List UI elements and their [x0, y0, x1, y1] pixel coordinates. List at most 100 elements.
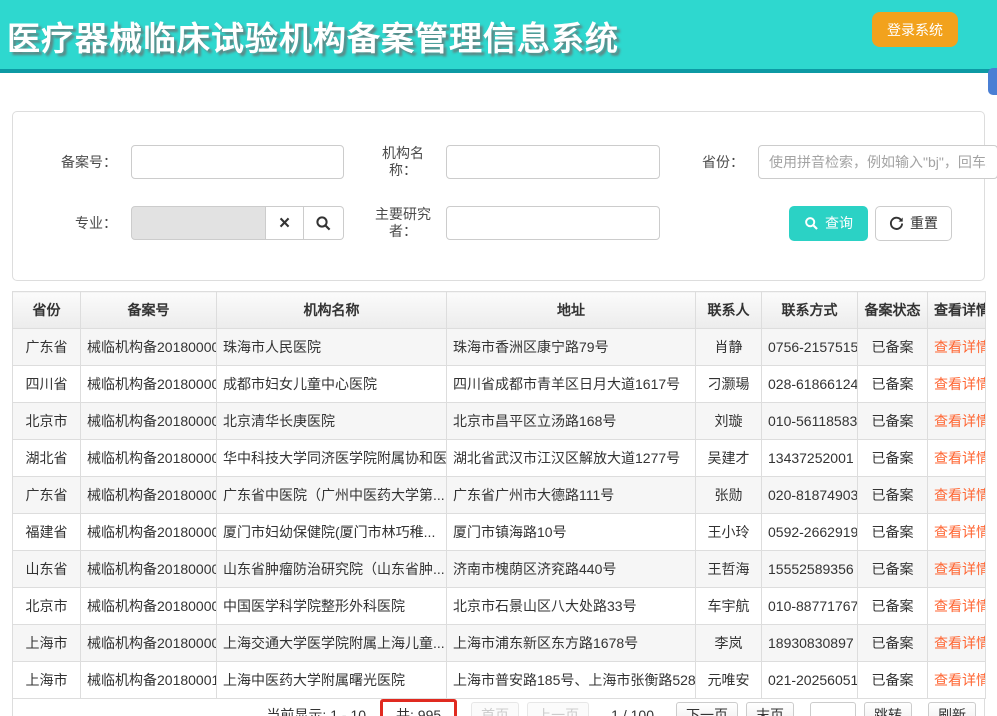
cell-status: 已备案	[858, 662, 928, 699]
search-actions: 查询 重置	[789, 206, 952, 241]
last-page-button[interactable]: 末页	[746, 702, 794, 716]
cell-record-no: 械临机构备201800003	[81, 403, 217, 440]
table-header-row: 省份 备案号 机构名称 地址 联系人 联系方式 备案状态 查看详情	[13, 292, 986, 329]
table-row: 广东省 械临机构备201800001 珠海市人民医院 珠海市香洲区康宁路79号 …	[13, 329, 986, 366]
cell-detail: 查看详情	[928, 625, 986, 662]
login-button[interactable]: 登录系统	[872, 12, 958, 47]
org-name-label: 机构名称：	[372, 145, 434, 179]
cell-province: 福建省	[13, 514, 81, 551]
current-display-text: 当前显示: 1 - 10	[266, 705, 366, 716]
cell-status: 已备案	[858, 514, 928, 551]
cell-province: 湖北省	[13, 440, 81, 477]
table-row: 上海市 械临机构备201800009 上海交通大学医学院附属上海儿童... 上海…	[13, 625, 986, 662]
view-detail-link[interactable]: 查看详情	[934, 376, 986, 392]
col-header-contact: 联系人	[696, 292, 762, 329]
view-detail-link[interactable]: 查看详情	[934, 672, 986, 688]
cell-org-name: 广东省中医院（广州中医药大学第...	[217, 477, 447, 514]
cell-contact: 王哲海	[696, 551, 762, 588]
reset-button[interactable]: 重置	[875, 206, 952, 241]
cell-status: 已备案	[858, 403, 928, 440]
cell-contact: 吴建才	[696, 440, 762, 477]
page-indicator: 1 / 100	[611, 707, 654, 716]
cell-contact: 刁灏瑒	[696, 366, 762, 403]
cell-address: 四川省成都市青羊区日月大道1617号	[447, 366, 696, 403]
page-jump-input[interactable]	[810, 702, 856, 716]
search-row-1: 备案号： 机构名称： 省份：	[53, 145, 984, 179]
prev-page-button[interactable]: 上一页	[527, 702, 589, 716]
cell-org-name: 中国医学科学院整形外科医院	[217, 588, 447, 625]
col-header-org-name: 机构名称	[217, 292, 447, 329]
results-table-section: 省份 备案号 机构名称 地址 联系人 联系方式 备案状态 查看详情 广东省 械临…	[12, 291, 985, 716]
pi-input[interactable]	[446, 206, 660, 240]
cell-address: 济南市槐荫区济兖路440号	[447, 551, 696, 588]
view-detail-link[interactable]: 查看详情	[934, 339, 986, 355]
cell-record-no: 械临机构备201800008	[81, 588, 217, 625]
cell-address: 湖北省武汉市江汉区解放大道1277号	[447, 440, 696, 477]
cell-contact: 元唯安	[696, 662, 762, 699]
cell-org-name: 北京清华长庚医院	[217, 403, 447, 440]
cell-org-name: 上海中医药大学附属曙光医院	[217, 662, 447, 699]
record-no-input[interactable]	[131, 145, 344, 179]
cell-address: 北京市昌平区立汤路168号	[447, 403, 696, 440]
org-name-input[interactable]	[446, 145, 660, 179]
jump-button[interactable]: 跳转	[864, 702, 912, 716]
cell-detail: 查看详情	[928, 440, 986, 477]
cell-detail: 查看详情	[928, 329, 986, 366]
table-row: 上海市 械临机构备201800010 上海中医药大学附属曙光医院 上海市普安路1…	[13, 662, 986, 699]
page-title: 医疗器械临床试验机构备案管理信息系统	[7, 12, 619, 60]
cell-address: 北京市石景山区八大处路33号	[447, 588, 696, 625]
cell-province: 北京市	[13, 403, 81, 440]
cell-phone: 15552589356	[762, 551, 858, 588]
cell-detail: 查看详情	[928, 477, 986, 514]
cell-phone: 0756-2157515	[762, 329, 858, 366]
cell-org-name: 上海交通大学医学院附属上海儿童...	[217, 625, 447, 662]
view-detail-link[interactable]: 查看详情	[934, 487, 986, 503]
cell-phone: 010-56118583	[762, 403, 858, 440]
cell-contact: 车宇航	[696, 588, 762, 625]
cell-org-name: 珠海市人民医院	[217, 329, 447, 366]
total-count-annotation: 共: 995	[380, 699, 457, 716]
view-detail-link[interactable]: 查看详情	[934, 450, 986, 466]
cell-province: 山东省	[13, 551, 81, 588]
table-row: 北京市 械临机构备201800008 中国医学科学院整形外科医院 北京市石景山区…	[13, 588, 986, 625]
cell-address: 上海市普安路185号、上海市张衡路528号	[447, 662, 696, 699]
specialty-search-button[interactable]	[304, 206, 344, 240]
col-header-address: 地址	[447, 292, 696, 329]
search-row-2: 专业： × 主要研究者： 查询 重置	[53, 206, 984, 240]
cell-status: 已备案	[858, 551, 928, 588]
cell-record-no: 械临机构备201800002	[81, 366, 217, 403]
table-row: 福建省 械临机构备201800006 厦门市妇幼保健院(厦门市林巧稚... 厦门…	[13, 514, 986, 551]
cell-detail: 查看详情	[928, 403, 986, 440]
first-page-button[interactable]: 首页	[471, 702, 519, 716]
cell-record-no: 械临机构备201800006	[81, 514, 217, 551]
side-panel-handle[interactable]	[988, 68, 997, 95]
province-input[interactable]	[758, 145, 997, 179]
cell-phone: 0592-2662919	[762, 514, 858, 551]
total-count-text: 共: 995	[396, 707, 441, 716]
specialty-clear-button[interactable]: ×	[266, 206, 304, 240]
view-detail-link[interactable]: 查看详情	[934, 598, 986, 614]
cell-phone: 028-61866124	[762, 366, 858, 403]
cell-status: 已备案	[858, 329, 928, 366]
view-detail-link[interactable]: 查看详情	[934, 561, 986, 577]
specialty-input[interactable]	[131, 206, 266, 240]
pi-label: 主要研究者：	[372, 206, 434, 240]
cell-phone: 010-88771767	[762, 588, 858, 625]
cell-phone: 020-81874903	[762, 477, 858, 514]
cell-org-name: 山东省肿瘤防治研究院（山东省肿...	[217, 551, 447, 588]
cell-status: 已备案	[858, 625, 928, 662]
cell-contact: 张勋	[696, 477, 762, 514]
cell-address: 珠海市香洲区康宁路79号	[447, 329, 696, 366]
view-detail-link[interactable]: 查看详情	[934, 524, 986, 540]
search-panel: 备案号： 机构名称： 省份： 专业： × 主要研究者： 查询 重置	[12, 111, 985, 281]
view-detail-link[interactable]: 查看详情	[934, 635, 986, 651]
query-button[interactable]: 查询	[789, 206, 868, 241]
col-header-status: 备案状态	[858, 292, 928, 329]
cell-contact: 肖静	[696, 329, 762, 366]
cell-province: 上海市	[13, 625, 81, 662]
refresh-button[interactable]: 刷新	[928, 702, 976, 716]
view-detail-link[interactable]: 查看详情	[934, 413, 986, 429]
next-page-button[interactable]: 下一页	[676, 702, 738, 716]
cell-phone: 021-20256051	[762, 662, 858, 699]
cell-status: 已备案	[858, 588, 928, 625]
